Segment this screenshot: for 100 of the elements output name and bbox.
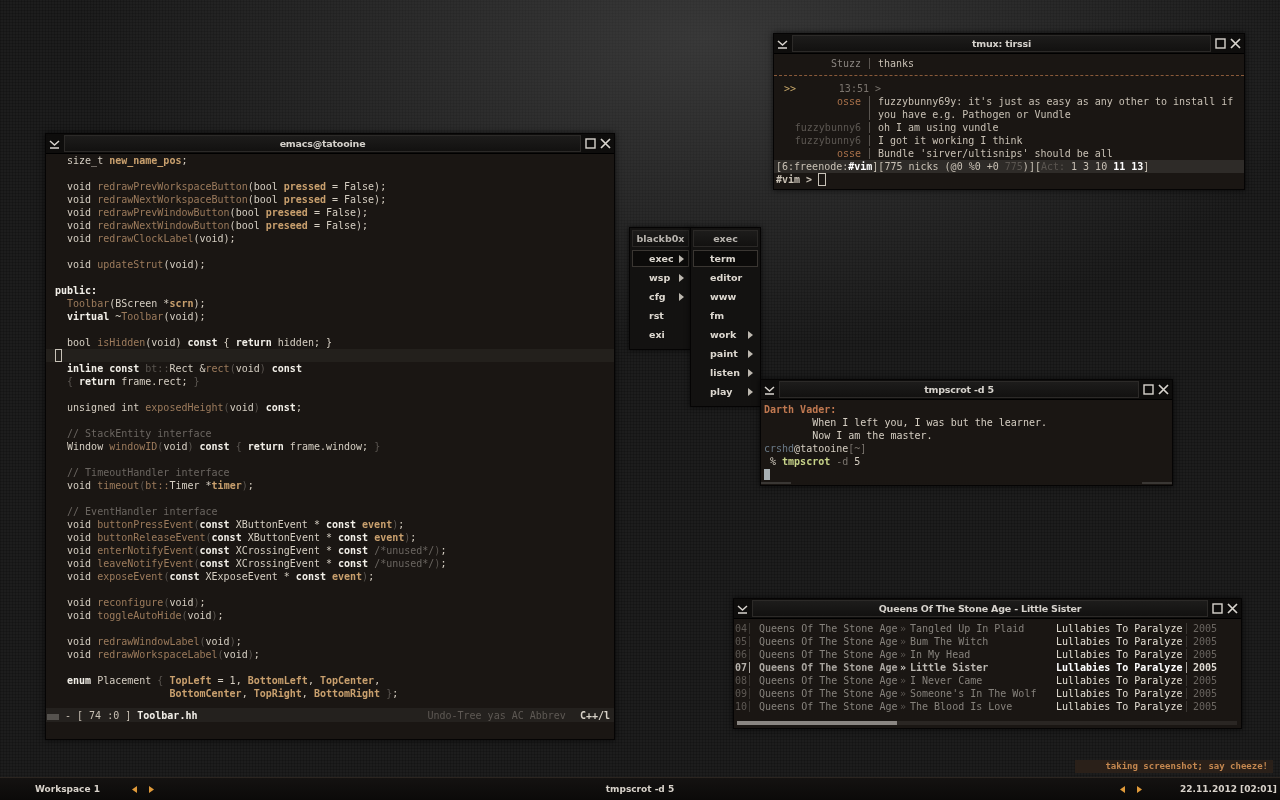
track-artist: Queens Of The Stone Age bbox=[758, 648, 898, 661]
track-album: Lullabies To Paralyze bbox=[1056, 674, 1184, 687]
code-line: public: bbox=[54, 284, 99, 297]
track-title[interactable]: Bum The Witch bbox=[910, 635, 1056, 648]
code-line: void redrawNextWindowButton(bool preseed = False); bbox=[66, 219, 370, 232]
track-year: 2005 bbox=[1192, 700, 1219, 713]
window-title: Queens Of The Stone Age - Little Sister bbox=[752, 600, 1208, 617]
maximize-icon[interactable] bbox=[1215, 38, 1226, 49]
track-title[interactable]: Someone's In The Wolf bbox=[910, 687, 1056, 700]
code-line: void exposeEvent(const XExposeEvent * const event); bbox=[66, 570, 376, 583]
separator-glyph: » bbox=[899, 635, 908, 648]
menu-title: blackb0x bbox=[632, 230, 689, 247]
code-line: void redrawNextWorkspaceButton(bool pressed = False); bbox=[66, 193, 388, 206]
track-number: 08 bbox=[735, 674, 749, 687]
code-line: void timeout(bt::Timer *timer); bbox=[66, 479, 255, 492]
track-number: 05 bbox=[735, 635, 749, 648]
separator-glyph: » bbox=[899, 674, 908, 687]
close-icon[interactable] bbox=[600, 138, 611, 149]
track-album: Lullabies To Paralyze bbox=[1056, 648, 1184, 661]
menu-item[interactable]: work bbox=[693, 326, 758, 343]
maximize-icon[interactable] bbox=[1212, 603, 1223, 614]
track-album: Lullabies To Paralyze bbox=[1056, 661, 1184, 674]
code-line: Toolbar(BScreen *scrn); bbox=[66, 297, 207, 310]
nick: osse bbox=[835, 95, 861, 109]
maximize-icon[interactable] bbox=[585, 138, 596, 149]
track-title[interactable]: I Never Came bbox=[910, 674, 1056, 687]
track-number: 07 bbox=[735, 661, 749, 674]
track-artist: Queens Of The Stone Age bbox=[758, 635, 898, 648]
minimize-icon[interactable] bbox=[764, 384, 775, 395]
menu-item[interactable]: exec bbox=[632, 250, 689, 267]
next-icon[interactable] bbox=[149, 785, 154, 793]
code-line: virtual ~Toolbar(void); bbox=[66, 310, 207, 323]
track-title[interactable]: In My Head bbox=[910, 648, 1056, 661]
notification: taking screenshot; say cheeze! bbox=[1075, 760, 1273, 773]
menu-item[interactable]: fm bbox=[693, 307, 758, 324]
minimize-icon[interactable] bbox=[49, 138, 60, 149]
terminal-line: crshd@tatooine[~] bbox=[764, 442, 868, 455]
track-title[interactable]: Little Sister bbox=[910, 661, 1056, 674]
window-title: emacs@tatooine bbox=[64, 135, 581, 152]
menu-item[interactable]: paint bbox=[693, 345, 758, 362]
separator-glyph: » bbox=[899, 700, 908, 713]
menu-item[interactable]: listen bbox=[693, 364, 758, 381]
track-number: 09 bbox=[735, 687, 749, 700]
text-cursor bbox=[55, 349, 62, 362]
code-line: void leaveNotifyEvent(const XCrossingEvent * const /*unused*/); bbox=[66, 557, 448, 570]
code-line: Window windowID(void) const { return frame.window; } bbox=[66, 440, 382, 453]
menu-item[interactable]: play bbox=[693, 383, 758, 400]
workspace-label[interactable]: Workspace 1 bbox=[35, 784, 132, 794]
track-artist: Queens Of The Stone Age bbox=[758, 661, 898, 674]
close-icon[interactable] bbox=[1227, 603, 1238, 614]
message-text: oh I am using vundle bbox=[878, 121, 1000, 134]
code-line: void redrawWorkspaceLabel(void); bbox=[66, 648, 261, 661]
track-title[interactable]: The Blood Is Love bbox=[910, 700, 1056, 713]
maximize-icon[interactable] bbox=[1143, 384, 1154, 395]
menu-item[interactable]: rst bbox=[632, 307, 689, 324]
code-line: void redrawWindowLabel(void); bbox=[66, 635, 243, 648]
separator-glyph: » bbox=[899, 687, 908, 700]
terminal-line: When I left you, I was but the learner. bbox=[811, 416, 1048, 429]
previous-icon[interactable] bbox=[1120, 785, 1125, 793]
code-line: bool isHidden(void) const { return hidden; } bbox=[66, 336, 333, 349]
menu-title: exec bbox=[693, 230, 758, 247]
next-icon[interactable] bbox=[1137, 785, 1142, 793]
code-line: void buttonReleaseEvent(const XButtonEvent * const event); bbox=[66, 531, 418, 544]
modeline-indicator bbox=[47, 714, 59, 720]
menu-item[interactable]: editor bbox=[693, 269, 758, 286]
menu-item[interactable]: cfg bbox=[632, 288, 689, 305]
minimize-icon[interactable] bbox=[737, 603, 748, 614]
major-mode: C++/l bbox=[579, 708, 610, 722]
progress-track[interactable] bbox=[737, 721, 1237, 725]
close-icon[interactable] bbox=[1158, 384, 1169, 395]
previous-icon[interactable] bbox=[132, 785, 137, 793]
code-line: void enterNotifyEvent(const XCrossingEvent * const /*unused*/); bbox=[66, 544, 448, 557]
nick: Stuzz bbox=[829, 57, 861, 70]
track-album: Lullabies To Paralyze bbox=[1056, 635, 1184, 648]
code-line: unsigned int exposedHeight(void) const; bbox=[66, 401, 303, 414]
code-line: void toggleAutoHide(void); bbox=[66, 609, 225, 622]
track-artist: Queens Of The Stone Age bbox=[758, 622, 898, 635]
menu-item[interactable]: wsp bbox=[632, 269, 689, 286]
menu-item[interactable]: www bbox=[693, 288, 758, 305]
track-year: 2005 bbox=[1192, 635, 1219, 648]
separator-glyph: » bbox=[899, 622, 908, 635]
code-line: void reconfigure(void); bbox=[66, 596, 207, 609]
code-line: // TimeoutHandler interface bbox=[66, 466, 231, 479]
terminal-cursor bbox=[764, 469, 770, 480]
code-line: void updateStrut(void); bbox=[66, 258, 207, 271]
input-cursor[interactable] bbox=[818, 173, 827, 186]
track-title[interactable]: Tangled Up In Plaid bbox=[910, 622, 1056, 635]
menu-item[interactable]: term bbox=[693, 250, 758, 267]
close-icon[interactable] bbox=[1230, 38, 1241, 49]
code-line: void buttonPressEvent(const XButtonEvent * const event); bbox=[66, 518, 406, 531]
track-year: 2005 bbox=[1192, 648, 1219, 661]
window-title: tmpscrot -d 5 bbox=[779, 381, 1139, 398]
minimize-icon[interactable] bbox=[777, 38, 788, 49]
menu-item[interactable]: exi bbox=[632, 326, 689, 343]
track-artist: Queens Of The Stone Age bbox=[758, 674, 898, 687]
separator-glyph: » bbox=[899, 661, 908, 674]
message-text: I got it working I think bbox=[878, 134, 1024, 147]
window-title: tmux: tirssi bbox=[792, 35, 1211, 52]
code-line: void redrawPrevWindowButton(bool preseed = False); bbox=[66, 206, 370, 219]
track-number: 06 bbox=[735, 648, 749, 661]
